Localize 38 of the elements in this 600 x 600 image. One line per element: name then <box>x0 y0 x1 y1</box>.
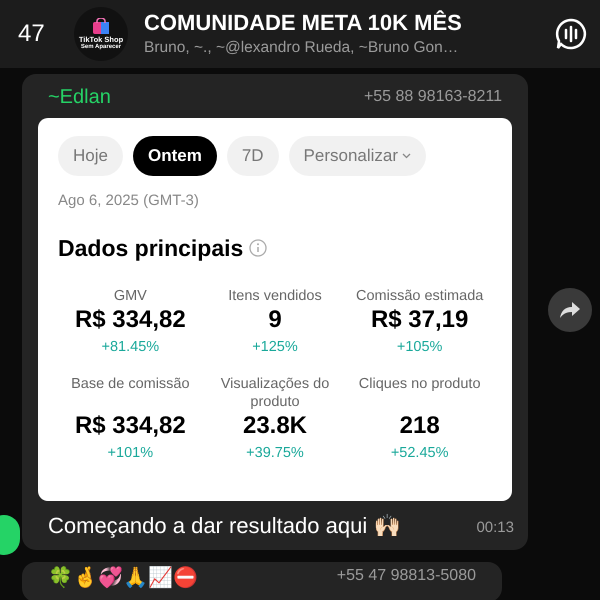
metric-label: Visualizações do produto <box>220 374 330 411</box>
filter-chip[interactable]: Hoje <box>58 136 123 176</box>
sender-phone: +55 47 98813-5080 <box>336 568 476 586</box>
filter-chip[interactable]: 7D <box>226 136 279 176</box>
forward-button[interactable] <box>548 288 592 332</box>
metric-label: GMV <box>114 287 147 305</box>
shopping-bag-icon <box>92 18 110 34</box>
filter-chip[interactable]: Personalizar <box>288 136 426 176</box>
metric-change: +125% <box>252 338 298 357</box>
filter-chip[interactable]: Ontem <box>132 136 217 176</box>
message-time: 00:13 <box>476 518 514 538</box>
sender-name[interactable]: ~Edlan <box>48 82 111 112</box>
metric-change: +52.45% <box>390 444 448 463</box>
voice-chat-icon[interactable] <box>554 17 588 51</box>
unread-count[interactable]: 47 <box>18 16 68 52</box>
metric-change: +101% <box>108 444 154 463</box>
metric-value: 9 <box>268 305 282 335</box>
metric-label: Itens vendidos <box>228 287 322 305</box>
sender-phone: +55 88 98163-8211 <box>364 87 502 107</box>
group-members: Bruno, ~., ~@lexandro Rueda, ~Bruno Gon… <box>144 38 460 58</box>
metric-value: 23.8K <box>242 410 308 441</box>
metric-value: R$ 334,82 <box>74 410 186 441</box>
metric-value: R$ 37,19 <box>370 305 468 335</box>
metric-value: 218 <box>400 410 440 441</box>
message-text: 🍀🤞💞🙏📈⛔ <box>48 568 198 590</box>
report-date: Ago 6, 2025 (GMT-3) <box>58 191 200 211</box>
share-arrow-icon <box>559 301 581 319</box>
metric-value: R$ 334,82 <box>74 305 186 335</box>
section-title: Dados principais <box>58 234 244 263</box>
metric-label: Base de comissão <box>71 374 190 394</box>
metric-change: +105% <box>396 338 442 357</box>
group-title[interactable]: COMUNIDADE META 10K MÊS <box>144 8 546 36</box>
metric-change: +81.45% <box>102 338 160 357</box>
image-attachment[interactable] <box>38 118 512 500</box>
metric-label: Cliques no produto <box>358 374 481 394</box>
message-text: Começando a dar resultado aqui 🙌🏻 <box>48 512 400 540</box>
metric-change: +39.75% <box>246 444 304 463</box>
metric-label: Comissão estimada <box>356 287 484 305</box>
